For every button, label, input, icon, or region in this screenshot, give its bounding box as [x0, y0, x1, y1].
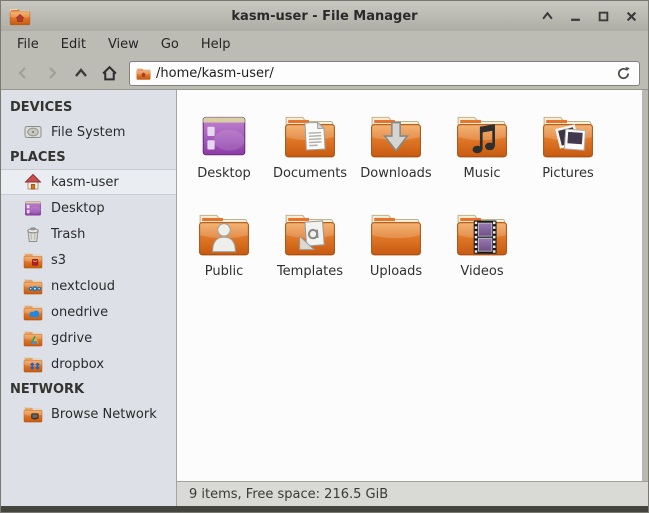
folder-s3-icon: [23, 250, 43, 270]
file-label: Downloads: [360, 166, 431, 181]
menu-help[interactable]: Help: [191, 34, 241, 55]
sidebar-item-trash[interactable]: Trash: [1, 221, 176, 247]
home-icon: [101, 65, 118, 82]
menubar: File Edit View Go Help: [1, 31, 648, 57]
back-icon: [15, 65, 31, 81]
file-public[interactable]: Public: [181, 200, 267, 298]
maximize-icon: [598, 11, 609, 22]
folder-downloads-icon: [369, 108, 423, 162]
file-downloads[interactable]: Downloads: [353, 102, 439, 200]
sidebar-header-places: PLACES: [1, 145, 176, 169]
trash-icon: [23, 224, 43, 244]
file-label: Templates: [277, 264, 343, 279]
up-icon: [73, 65, 89, 81]
sidebar-item-label: gdrive: [51, 331, 92, 346]
forward-icon: [44, 65, 60, 81]
back-button[interactable]: [9, 60, 36, 86]
sidebar-item-label: dropbox: [51, 357, 104, 372]
sidebar-item-kasm-user[interactable]: kasm-user: [1, 169, 176, 195]
menu-edit[interactable]: Edit: [51, 34, 96, 55]
folder-dropbox-icon: [23, 354, 43, 374]
icon-view[interactable]: Desktop: [177, 90, 648, 481]
sidebar-item-label: s3: [51, 253, 66, 268]
network-folder-icon: [23, 404, 43, 424]
file-label: Desktop: [197, 166, 251, 181]
sidebar-item-gdrive[interactable]: gdrive: [1, 325, 176, 351]
maximize-button[interactable]: [594, 7, 612, 25]
file-pictures[interactable]: Pictures: [525, 102, 611, 200]
sidebar-item-s3[interactable]: s3: [1, 247, 176, 273]
folder-pictures-icon: [541, 108, 595, 162]
main-panel: Desktop: [177, 90, 648, 506]
path-bar[interactable]: [129, 61, 640, 86]
folder-onedrive-icon: [23, 302, 43, 322]
toolbar: [1, 57, 648, 89]
file-uploads[interactable]: Uploads: [353, 200, 439, 298]
reload-icon: [616, 66, 631, 81]
sidebar-item-file-system[interactable]: File System: [1, 119, 176, 145]
sidebar-item-onedrive[interactable]: onedrive: [1, 299, 176, 325]
menu-view[interactable]: View: [98, 34, 149, 55]
file-videos[interactable]: Videos: [439, 200, 525, 298]
sidebar-item-label: Trash: [51, 227, 85, 242]
home-icon: [23, 172, 43, 192]
shade-button[interactable]: [538, 7, 556, 25]
window-bottom-edge: [1, 506, 648, 512]
folder-nextcloud-icon: [23, 276, 43, 296]
content-area: DEVICES File System PLACES kasm-user: [1, 89, 648, 506]
home-button[interactable]: [96, 60, 123, 86]
file-manager-window: kasm-user - File Manager File: [0, 0, 649, 513]
minimize-button[interactable]: [566, 7, 584, 25]
sidebar-header-network: NETWORK: [1, 377, 176, 401]
statusbar: 9 items, Free space: 216.5 GiB: [177, 481, 648, 506]
desktop-icon: [23, 198, 43, 218]
file-templates[interactable]: Templates: [267, 200, 353, 298]
sidebar-item-label: File System: [51, 125, 125, 140]
sidebar-item-desktop[interactable]: Desktop: [1, 195, 176, 221]
sidebar-header-devices: DEVICES: [1, 95, 176, 119]
folder-gdrive-icon: [23, 328, 43, 348]
folder-videos-icon: [455, 206, 509, 260]
file-label: Documents: [273, 166, 347, 181]
sidebar-item-nextcloud[interactable]: nextcloud: [1, 273, 176, 299]
up-button[interactable]: [67, 60, 94, 86]
sidebar-item-label: Browse Network: [51, 407, 157, 422]
sidebar-item-label: onedrive: [51, 305, 108, 320]
app-folder-home-icon: [9, 5, 31, 27]
file-label: Videos: [460, 264, 503, 279]
sidebar-item-dropbox[interactable]: dropbox: [1, 351, 176, 377]
statusbar-text: 9 items, Free space: 216.5 GiB: [189, 487, 388, 502]
file-label: Pictures: [542, 166, 593, 181]
path-folder-icon: [136, 66, 151, 81]
menu-go[interactable]: Go: [151, 34, 189, 55]
sidebar-item-browse-network[interactable]: Browse Network: [1, 401, 176, 427]
forward-button[interactable]: [38, 60, 65, 86]
file-documents[interactable]: Documents: [267, 102, 353, 200]
close-icon: [626, 11, 637, 22]
hard-disk-icon: [23, 122, 43, 142]
folder-templates-icon: [283, 206, 337, 260]
folder-public-icon: [197, 206, 251, 260]
sidebar-item-label: kasm-user: [51, 175, 119, 190]
file-desktop[interactable]: Desktop: [181, 102, 267, 200]
sidebar-item-label: nextcloud: [51, 279, 115, 294]
sidebar-item-label: Desktop: [51, 201, 105, 216]
minimize-icon: [570, 11, 581, 22]
file-music[interactable]: Music: [439, 102, 525, 200]
folder-music-icon: [455, 108, 509, 162]
file-label: Uploads: [370, 264, 422, 279]
file-label: Public: [205, 264, 243, 279]
path-input[interactable]: [156, 66, 608, 81]
desktop-icon: [197, 108, 251, 162]
folder-icon: [369, 206, 423, 260]
titlebar[interactable]: kasm-user - File Manager: [1, 1, 648, 31]
menu-file[interactable]: File: [7, 34, 49, 55]
sidebar: DEVICES File System PLACES kasm-user: [1, 90, 177, 506]
close-button[interactable]: [622, 7, 640, 25]
reload-button[interactable]: [613, 63, 633, 83]
file-label: Music: [464, 166, 501, 181]
folder-documents-icon: [283, 108, 337, 162]
shade-icon: [542, 11, 553, 22]
